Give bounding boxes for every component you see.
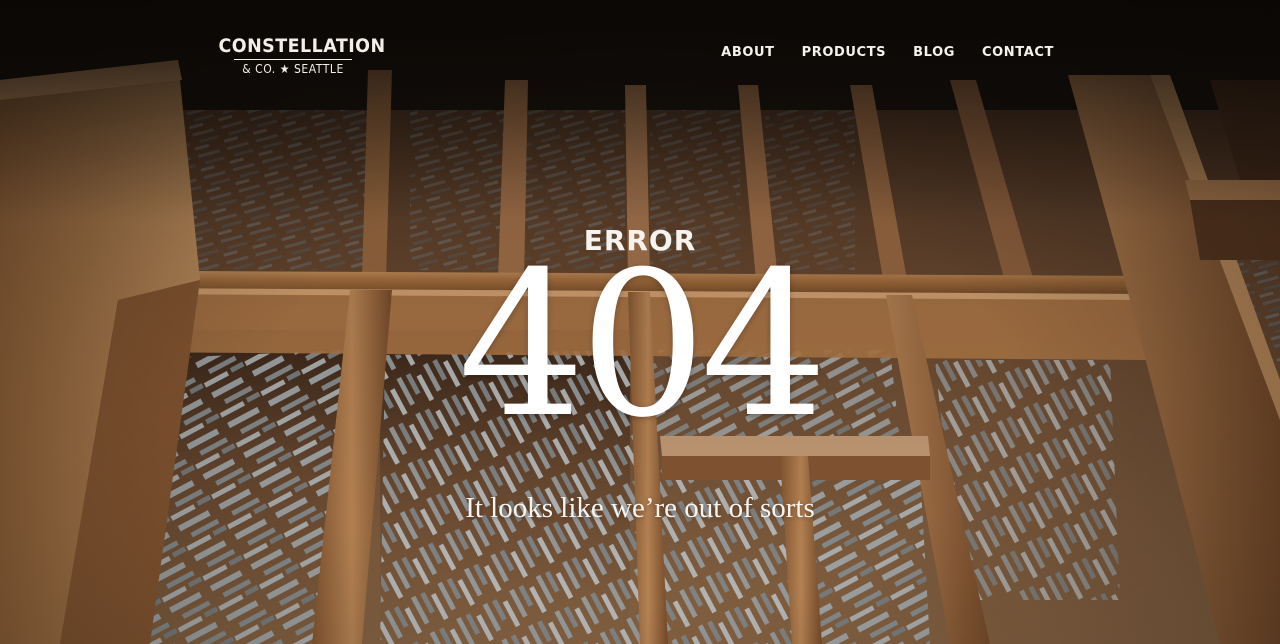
site-logo[interactable]: CONSTELLATION & CO. ★ SEATTLE bbox=[212, 34, 386, 77]
site-header: CONSTELLATION & CO. ★ SEATTLE ABOUT PROD… bbox=[0, 0, 1280, 100]
nav-item-about[interactable]: ABOUT bbox=[721, 45, 774, 61]
logo-title: CONSTELLATION bbox=[218, 35, 386, 57]
nav-item-products[interactable]: PRODUCTS bbox=[802, 45, 887, 61]
nav-item-contact[interactable]: CONTACT bbox=[982, 45, 1054, 61]
error-page: CONSTELLATION & CO. ★ SEATTLE ABOUT PROD… bbox=[0, 0, 1280, 644]
nav-item-blog[interactable]: BLOG bbox=[913, 45, 955, 61]
error-code: 404 bbox=[458, 229, 828, 462]
error-message: It looks like we’re out of sorts bbox=[465, 492, 815, 524]
logo-subtitle: & CO. ★ SEATTLE bbox=[242, 62, 344, 76]
logo-divider bbox=[234, 59, 352, 60]
main-nav: ABOUT PRODUCTS BLOG CONTACT bbox=[721, 45, 1054, 61]
